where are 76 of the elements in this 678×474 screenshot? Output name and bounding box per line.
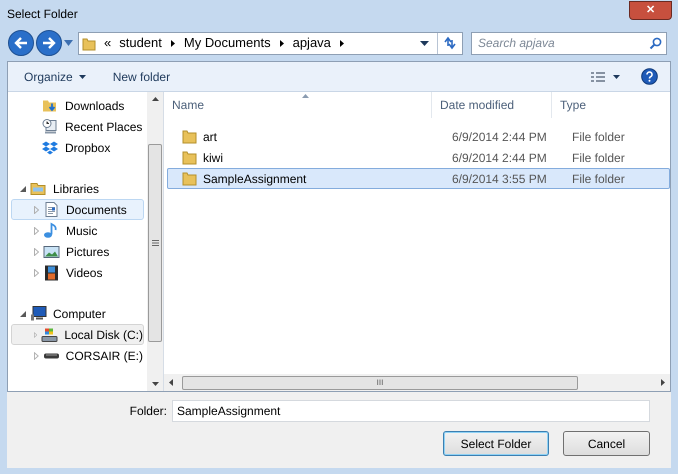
tree-item[interactable]: CORSAIR (E:) xyxy=(11,345,144,366)
expanded-triangle-icon[interactable] xyxy=(20,186,26,192)
tree-item[interactable]: Documents xyxy=(11,199,144,220)
view-options-icon[interactable] xyxy=(591,72,621,82)
file-type: File folder xyxy=(572,128,625,146)
document-icon xyxy=(43,201,60,218)
recent-places-icon xyxy=(42,118,59,135)
breadcrumb[interactable]: apjava xyxy=(292,33,331,53)
computer-monitor-icon xyxy=(30,305,47,322)
library-folder-icon xyxy=(30,180,47,197)
breadcrumb[interactable]: My Documents xyxy=(184,33,271,53)
usb-drive-icon xyxy=(42,352,60,358)
film-strip-icon xyxy=(43,264,60,281)
column-header[interactable]: Date modified xyxy=(432,92,552,118)
folder-input-field[interactable]: SampleAssignment xyxy=(172,400,650,422)
right-arrow-icon xyxy=(42,37,56,49)
date-modified: 6/9/2014 2:44 PM xyxy=(452,128,548,146)
tree-item[interactable]: Music xyxy=(11,220,144,241)
forward-button[interactable] xyxy=(36,30,62,56)
scroll-right-arrow-icon[interactable] xyxy=(661,379,665,386)
new-folder-button[interactable]: New folder xyxy=(106,64,176,88)
horizontal-scrollbar[interactable]: III xyxy=(164,374,670,391)
scroll-down-arrow-icon[interactable] xyxy=(152,382,158,386)
date-modified: 6/9/2014 2:44 PM xyxy=(452,150,548,166)
file-row[interactable]: kiwi 6/9/2014 2:44 PM File folder xyxy=(167,147,670,168)
file-name: art xyxy=(203,128,218,146)
scrollbar-thumb[interactable] xyxy=(148,144,162,342)
overflow-chevrons[interactable]: « xyxy=(104,33,112,53)
window-title: Select Folder xyxy=(7,6,78,23)
caret-icon xyxy=(78,74,86,78)
tree-item[interactable]: Libraries xyxy=(11,178,144,199)
refresh-arrows-icon xyxy=(443,36,457,50)
cancel-button[interactable]: Cancel xyxy=(563,431,650,456)
tree-item[interactable]: Recent Places xyxy=(11,116,144,137)
scroll-left-arrow-icon[interactable] xyxy=(169,379,173,386)
file-type: File folder xyxy=(572,150,625,166)
breadcrumb-arrow-icon[interactable] xyxy=(340,40,344,46)
tree-item[interactable]: Pictures xyxy=(11,241,144,262)
scrollbar-thumb[interactable]: III xyxy=(182,376,578,390)
column-header[interactable]: Type xyxy=(552,92,670,118)
left-arrow-icon xyxy=(14,37,28,49)
tree-item[interactable]: Dropbox xyxy=(11,137,144,158)
dropdown-caret-icon[interactable] xyxy=(420,40,429,46)
file-row[interactable]: SampleAssignment 6/9/2014 3:55 PM File folder xyxy=(167,168,670,189)
breadcrumb[interactable]: student xyxy=(119,33,162,53)
folder-icon xyxy=(182,129,197,144)
back-button[interactable] xyxy=(8,30,34,56)
file-name: kiwi xyxy=(203,150,224,166)
file-type: File folder xyxy=(572,170,625,188)
vertical-scrollbar[interactable] xyxy=(147,92,163,391)
search-field[interactable]: Search apjava xyxy=(471,32,667,54)
folder-icon xyxy=(182,171,197,186)
tree-item[interactable]: Downloads xyxy=(11,95,144,116)
select-folder-button[interactable]: Select Folder xyxy=(443,431,549,456)
folder-icon xyxy=(182,150,197,165)
file-name: SampleAssignment xyxy=(203,170,308,188)
organize-button[interactable]: Organize xyxy=(17,64,93,88)
date-modified: 6/9/2014 3:55 PM xyxy=(452,170,548,188)
folder-label: Folder: xyxy=(130,403,167,420)
address-bar[interactable]: « student My Documents apjava xyxy=(78,32,463,54)
tree-item[interactable]: Local Disk (C:) xyxy=(11,324,144,345)
breadcrumb-arrow-icon[interactable] xyxy=(280,40,284,46)
hard-disk-icon xyxy=(41,326,58,343)
tree-item[interactable]: Videos xyxy=(11,262,144,283)
landscape-picture-icon xyxy=(43,243,60,260)
help-icon[interactable] xyxy=(641,68,658,85)
folder-icon xyxy=(82,36,96,50)
sort-ascending-icon xyxy=(302,94,309,98)
tree-item[interactable]: Computer xyxy=(11,303,144,324)
search-icon[interactable] xyxy=(649,36,662,50)
close-button[interactable]: ✕ xyxy=(629,0,672,20)
scroll-up-arrow-icon[interactable] xyxy=(152,97,158,101)
file-row[interactable]: art 6/9/2014 2:44 PM File folder xyxy=(167,126,670,147)
expanded-triangle-icon[interactable] xyxy=(20,310,26,316)
breadcrumb-arrow-icon[interactable] xyxy=(170,40,175,46)
dropbox-logo-icon xyxy=(42,139,59,156)
